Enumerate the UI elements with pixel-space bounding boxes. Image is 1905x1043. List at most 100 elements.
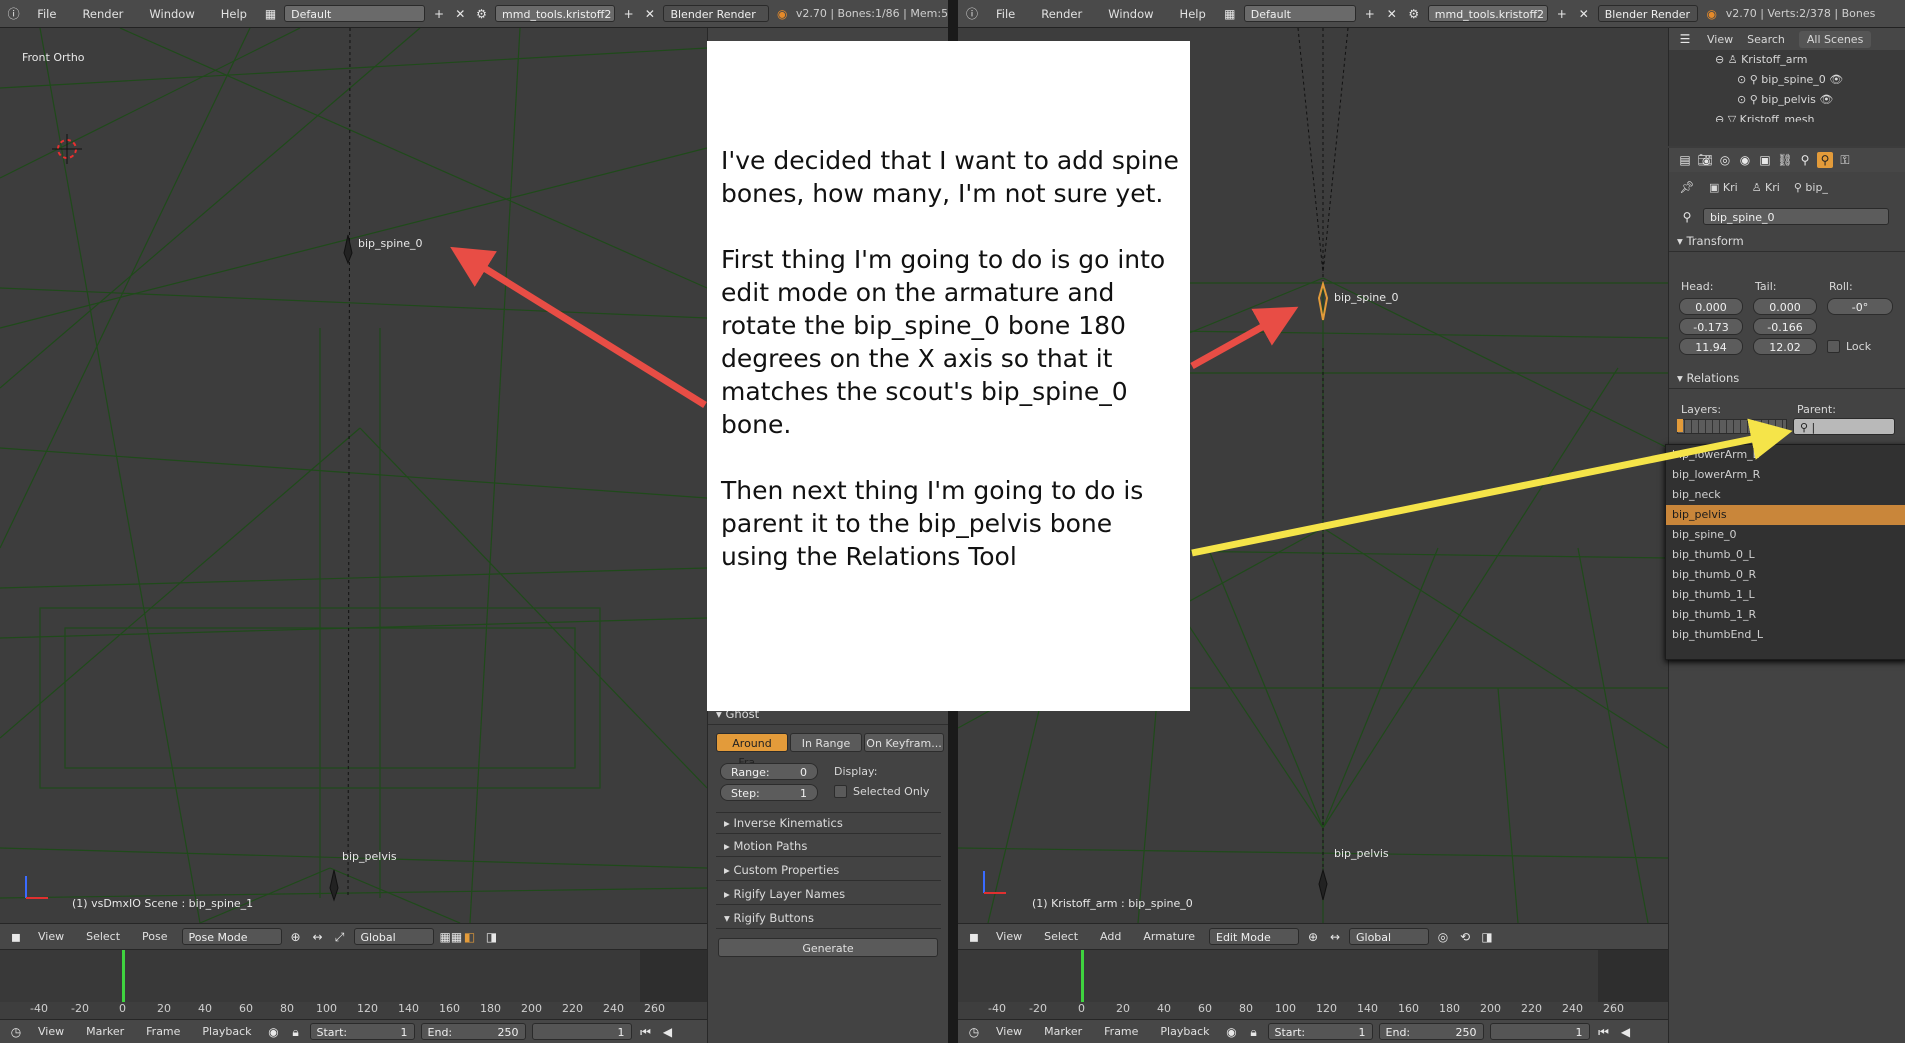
render-tab-icon[interactable]: 📷︎ xyxy=(1697,152,1713,168)
checkbox-box[interactable] xyxy=(1827,340,1840,353)
add-scene-icon[interactable]: + xyxy=(621,6,636,22)
bone-tab-icon[interactable]: ⚲ xyxy=(1817,152,1833,168)
current-frame-field[interactable]: 1 xyxy=(1489,1023,1590,1040)
tab-in-range[interactable]: In Range xyxy=(790,733,862,752)
head-z-field[interactable]: 11.94 xyxy=(1679,338,1743,355)
panel-custom-properties[interactable]: ▸ Custom Properties xyxy=(716,860,941,881)
menu-window[interactable]: Window xyxy=(139,7,204,21)
jump-start-icon[interactable]: ⏮ xyxy=(1596,1024,1612,1040)
menu-frame[interactable]: Frame xyxy=(138,1025,188,1038)
render-engine-select[interactable]: Blender Render xyxy=(663,5,769,22)
bone-constraint-tab-icon[interactable]: ⚿ xyxy=(1837,152,1853,168)
close-scene-icon[interactable]: ✕ xyxy=(1576,6,1592,22)
scene-tab-icon[interactable]: ◎ xyxy=(1717,152,1733,168)
outliner-item[interactable]: ⊙ ⚲ bip_pelvis 👁︎ xyxy=(1715,90,1905,110)
menu-pose[interactable]: Pose xyxy=(134,930,175,943)
menu-marker[interactable]: Marker xyxy=(78,1025,132,1038)
object-tab-icon[interactable]: ▣ xyxy=(1757,152,1773,168)
outliner-search-menu[interactable]: Search xyxy=(1747,33,1785,46)
add-scene-icon[interactable]: + xyxy=(1554,6,1570,22)
tab-on-keyframes[interactable]: On Keyfram... xyxy=(864,733,944,752)
tail-x-field[interactable]: 0.000 xyxy=(1753,298,1817,315)
breadcrumb-item[interactable]: ▣ Kri xyxy=(1709,181,1738,194)
timeline-editor-icon[interactable]: ◷ xyxy=(8,1024,24,1040)
left-timeline[interactable]: -40 -20 0 20 40 60 80 100 120 140 160 18… xyxy=(0,949,707,1020)
breadcrumb-item[interactable]: ⚲ bip_ xyxy=(1794,181,1828,194)
outliner-display-select[interactable]: All Scenes xyxy=(1798,30,1872,48)
scene-icon[interactable]: ⚙ xyxy=(474,6,489,22)
close-scene-icon[interactable]: ✕ xyxy=(642,6,657,22)
dropdown-item[interactable]: bip_neck xyxy=(1666,485,1905,505)
play-reverse-icon[interactable]: ◀ xyxy=(1618,1024,1634,1040)
render-icon[interactable]: ◨ xyxy=(1479,929,1495,945)
info-icon[interactable]: ⓘ xyxy=(6,6,21,22)
properties-editor-icon[interactable]: ▤ xyxy=(1677,152,1693,168)
snap-icon[interactable]: ◧ xyxy=(462,929,478,945)
menu-render[interactable]: Render xyxy=(1031,7,1092,21)
menu-file[interactable]: File xyxy=(986,7,1025,21)
dropdown-item[interactable]: bip_thumb_1_R xyxy=(1666,605,1905,625)
manipulator-icon[interactable]: ↔ xyxy=(1327,929,1343,945)
head-x-field[interactable]: 0.000 xyxy=(1679,298,1743,315)
close-layout-icon[interactable]: ✕ xyxy=(453,6,468,22)
timeline-editor-icon[interactable]: ◷ xyxy=(966,1024,982,1040)
screen-layout-icon[interactable]: ▦ xyxy=(263,6,278,22)
menu-frame[interactable]: Frame xyxy=(1096,1025,1146,1038)
timeline-frame-cursor[interactable] xyxy=(122,950,125,1002)
menu-view[interactable]: View xyxy=(30,930,72,943)
tab-around-frame[interactable]: Around Fra... xyxy=(716,733,788,769)
menu-armature[interactable]: Armature xyxy=(1135,930,1203,943)
menu-help[interactable]: Help xyxy=(1170,7,1216,21)
menu-help[interactable]: Help xyxy=(211,7,257,21)
menu-render[interactable]: Render xyxy=(72,7,133,21)
add-layout-icon[interactable]: + xyxy=(1362,6,1378,22)
lock-checkbox[interactable]: Lock xyxy=(1827,340,1871,353)
outliner-view-menu[interactable]: View xyxy=(1707,33,1733,46)
generate-button[interactable]: Generate xyxy=(718,938,938,957)
menu-marker[interactable]: Marker xyxy=(1036,1025,1090,1038)
jump-start-icon[interactable]: ⏮ xyxy=(638,1024,654,1040)
active-layer[interactable] xyxy=(1677,419,1683,432)
pivot-icon[interactable]: ⊕ xyxy=(1305,929,1321,945)
scene-icon[interactable]: ⚙ xyxy=(1406,6,1422,22)
relations-panel-header[interactable]: ▾ Relations xyxy=(1669,368,1905,389)
layers-icon[interactable]: ▦▦ xyxy=(440,929,463,945)
pivot-icon[interactable]: ⊕ xyxy=(288,929,304,945)
proportional-icon[interactable]: ◎ xyxy=(1435,929,1451,945)
timeline-frame-cursor[interactable] xyxy=(1081,950,1084,1002)
bone-name-field[interactable]: bip_spine_0 xyxy=(1703,208,1889,225)
info-icon[interactable]: ⓘ xyxy=(964,6,980,22)
menu-add[interactable]: Add xyxy=(1092,930,1129,943)
menu-playback[interactable]: Playback xyxy=(1152,1025,1217,1038)
transform-panel-header[interactable]: ▾ Transform xyxy=(1669,231,1905,252)
data-tab-icon[interactable]: ⚲ xyxy=(1797,152,1813,168)
add-layout-icon[interactable]: + xyxy=(431,6,446,22)
pin-icon[interactable]: 📌︎ xyxy=(1679,179,1695,195)
menu-view[interactable]: View xyxy=(30,1025,72,1038)
start-frame-field[interactable]: Start: 1 xyxy=(309,1023,415,1040)
tail-z-field[interactable]: 12.02 xyxy=(1753,338,1817,355)
panel-inverse-kinematics[interactable]: ▸ Inverse Kinematics xyxy=(716,812,941,834)
menu-window[interactable]: Window xyxy=(1098,7,1163,21)
manipulator-icon[interactable]: ↔ xyxy=(310,929,326,945)
outliner-item[interactable]: ⊖ ♙ Kristoff_arm xyxy=(1715,50,1905,70)
step-field[interactable]: Step: 1 xyxy=(720,784,818,801)
menu-playback[interactable]: Playback xyxy=(194,1025,259,1038)
right-timeline[interactable]: -40 -20 0 20 40 60 80 100 120 140 160 18… xyxy=(958,949,1668,1020)
dropdown-item[interactable]: bip_thumb_1_L xyxy=(1666,585,1905,605)
mode-select[interactable]: Pose Mode xyxy=(181,928,282,945)
menu-select[interactable]: Select xyxy=(1036,930,1086,943)
orientation-select[interactable]: Global xyxy=(353,928,434,945)
editor-type-icon[interactable]: ◼ xyxy=(8,929,24,945)
dropdown-item[interactable]: bip_spine_0 xyxy=(1666,525,1905,545)
record-icon[interactable]: ◉ xyxy=(266,1024,282,1040)
scene-field[interactable]: mmd_tools.kristoff2 xyxy=(495,5,616,22)
dropdown-item[interactable]: bip_lowerArm_L xyxy=(1666,445,1905,465)
selected-only-checkbox[interactable]: Selected Only xyxy=(834,785,929,798)
layout-field[interactable]: Default xyxy=(284,5,426,22)
tail-y-field[interactable]: -0.166 xyxy=(1753,318,1817,335)
lock-icon[interactable]: 🔒︎ xyxy=(1246,1024,1262,1040)
menu-file[interactable]: File xyxy=(27,7,66,21)
head-y-field[interactable]: -0.173 xyxy=(1679,318,1743,335)
outliner-item[interactable]: ⊙ ⚲ bip_spine_0 👁︎ xyxy=(1715,70,1905,90)
